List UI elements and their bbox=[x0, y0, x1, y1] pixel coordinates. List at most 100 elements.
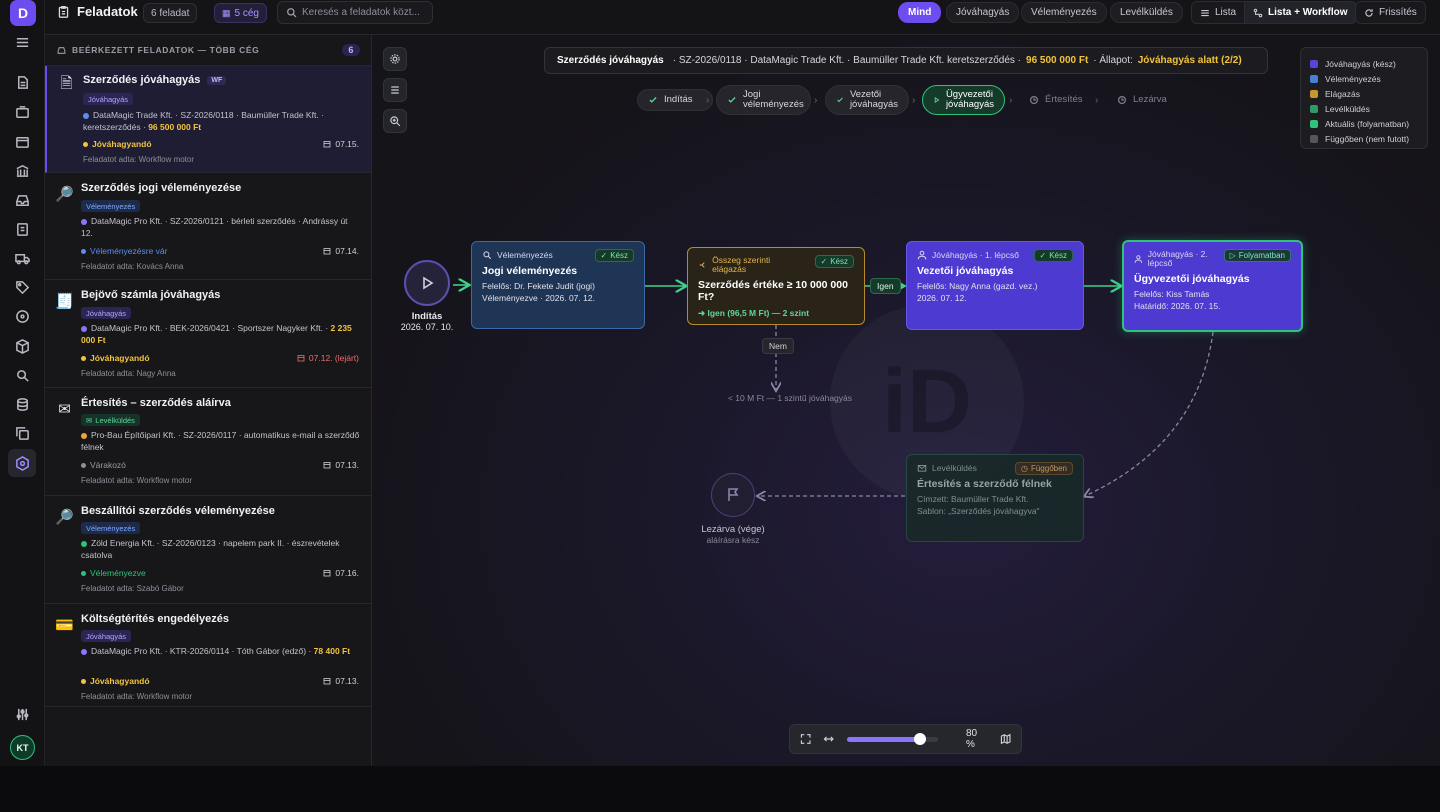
task-date: 07.16. bbox=[323, 568, 359, 578]
user-icon bbox=[1134, 255, 1143, 263]
status-dot bbox=[81, 570, 86, 576]
copy-icon[interactable] bbox=[8, 419, 36, 447]
tag-icon[interactable] bbox=[8, 273, 36, 301]
task-status-text: Jóváhagyandó bbox=[90, 676, 150, 686]
node-line: Felelős: Dr. Fekete Judit (jogi) bbox=[482, 281, 595, 291]
task-item[interactable]: 🔎 Beszállítói szerződés véleményezése Vé… bbox=[45, 497, 371, 604]
inbox-icon[interactable] bbox=[8, 186, 36, 214]
search-input[interactable]: Keresés a feladatok közt... bbox=[277, 1, 433, 24]
task-item[interactable]: ✉ Értesítés – szerződés aláírva ✉ Levélkü… bbox=[45, 389, 371, 496]
edge-label-no: Nem bbox=[762, 338, 794, 354]
task-status: Jóváhagyandó bbox=[81, 353, 150, 363]
task-date-text: 07.16. bbox=[335, 568, 359, 578]
wallet-icon[interactable] bbox=[8, 127, 36, 155]
search-icon[interactable] bbox=[8, 361, 36, 389]
task-date: 07.12. (lejárt) bbox=[297, 353, 359, 363]
task-title-row: Értesítés – szerződés aláírva bbox=[81, 397, 231, 409]
calendar-icon bbox=[323, 678, 331, 685]
task-status-text: Jóváhagyandó bbox=[90, 353, 150, 363]
app-logo[interactable]: D bbox=[10, 0, 36, 26]
building-icon: ▦ bbox=[222, 7, 231, 18]
contract-icon: 🗎 bbox=[60, 75, 73, 92]
task-assigner: Feladatot adta: Nagy Anna bbox=[81, 369, 176, 378]
filter-approval[interactable]: Jóváhagyás bbox=[946, 2, 1020, 23]
zoom-slider-handle[interactable] bbox=[913, 732, 926, 745]
view-workflow-button[interactable]: Lista + Workflow bbox=[1244, 1, 1357, 24]
bank-icon[interactable] bbox=[8, 156, 36, 184]
fit-width-icon[interactable] bbox=[823, 733, 835, 745]
task-status-text: Véleményezésre vár bbox=[90, 246, 168, 256]
edge-note: < 10 M Ft — 1 szintű jóváhagyás bbox=[727, 393, 853, 403]
flag-icon bbox=[728, 488, 739, 501]
task-item[interactable]: 💳 Költségtérítés engedélyezés Jóváhagyás… bbox=[45, 605, 371, 707]
node-manager-approval[interactable]: Jóváhagyás · 1. lépcső ✓ Kész Vezetői jóv… bbox=[906, 241, 1084, 330]
node-kind-text: Összeg szerinti elágazás bbox=[712, 255, 771, 274]
node-kind-text: Véleményezés bbox=[497, 250, 553, 260]
zoom-toolbar: 80 % bbox=[789, 724, 1022, 754]
status-dot bbox=[81, 355, 86, 361]
node-legal-review[interactable]: Véleményezés ✓ Kész Jogi véleményezés Fel… bbox=[471, 241, 645, 329]
filter-mail[interactable]: Levélküldés bbox=[1110, 2, 1183, 23]
menu-icon[interactable] bbox=[8, 28, 36, 56]
steering-icon[interactable] bbox=[8, 302, 36, 330]
node-notification[interactable]: Levélküldés ◷ Függőben Értesítés a szerző… bbox=[906, 454, 1084, 542]
calendar-icon bbox=[297, 355, 305, 362]
node-title: Ügyvezetői jóváhagyás bbox=[1134, 273, 1250, 285]
refresh-button[interactable]: Frissítés bbox=[1355, 1, 1426, 24]
card-icon: 💳 bbox=[55, 616, 74, 634]
minimap-icon[interactable] bbox=[1000, 733, 1011, 745]
zoom-slider[interactable] bbox=[846, 732, 938, 745]
view-list-button[interactable]: Lista bbox=[1191, 1, 1246, 24]
task-assigner: Feladatot adta: Szabó Gábor bbox=[81, 584, 184, 593]
task-date-text: 07.13. bbox=[335, 676, 359, 686]
task-description: DataMagic Trade Kft. · SZ-2026/0118 · Ba… bbox=[83, 109, 363, 133]
workflow-canvas[interactable]: iD Szerződés jóváhagyás · SZ-2026/0118 ·… bbox=[372, 34, 1440, 766]
envelope-icon: ✉ bbox=[58, 400, 71, 418]
filter-review[interactable]: Véleményezés bbox=[1021, 2, 1107, 23]
task-item[interactable]: 🧾 Bejövő számla jóváhagyás Jóváhagyás Da… bbox=[45, 281, 371, 388]
node-branch[interactable]: Összeg szerinti elágazás ✓ Kész Szerződés… bbox=[687, 247, 865, 325]
start-label: Indítás bbox=[411, 311, 443, 322]
refresh-label: Frissítés bbox=[1379, 7, 1417, 18]
inbox-icon bbox=[57, 46, 66, 54]
sliders-icon[interactable] bbox=[8, 700, 36, 728]
task-description: Zöld Energia Kft. · SZ-2026/0123 · napel… bbox=[81, 537, 361, 561]
truck-icon[interactable] bbox=[8, 244, 36, 272]
company-dot bbox=[81, 325, 87, 332]
box-icon[interactable] bbox=[8, 332, 36, 360]
start-node[interactable] bbox=[404, 260, 450, 306]
workflow-icon[interactable] bbox=[8, 449, 36, 477]
document-icon[interactable] bbox=[8, 68, 36, 96]
task-date-text: 07.13. bbox=[335, 460, 359, 470]
edge-label-yes: Igen bbox=[870, 278, 901, 294]
invoice-icon[interactable] bbox=[8, 98, 36, 126]
task-date: 07.14. bbox=[323, 246, 359, 256]
node-line: Véleményezve · 2026. 07. 12. bbox=[482, 293, 595, 303]
task-title-row: Beszállítói szerződés véleményezése bbox=[81, 505, 275, 517]
fit-screen-icon[interactable] bbox=[800, 733, 811, 745]
check-icon: ✓ bbox=[600, 251, 608, 260]
node-title: Vezetői jóváhagyás bbox=[917, 265, 1014, 277]
task-amount: 78 400 Ft bbox=[313, 646, 351, 656]
task-tag: Jóváhagyás bbox=[81, 630, 132, 642]
task-date: 07.13. bbox=[323, 460, 359, 470]
database-icon[interactable] bbox=[8, 390, 36, 418]
company-count-badge[interactable]: ▦ 5 cég bbox=[214, 3, 267, 23]
status-badge: ✓ Kész bbox=[594, 249, 634, 262]
end-node[interactable] bbox=[711, 473, 755, 517]
end-sub: aláírásra kész bbox=[706, 535, 760, 545]
badge-text: Kész bbox=[830, 257, 848, 266]
status-badge: ▷ Folyamatban bbox=[1223, 249, 1291, 262]
node-title: Szerződés értéke ≥ 10 000 000 Ft? bbox=[698, 279, 848, 303]
node-ceo-approval[interactable]: Jóváhagyás · 2. lépcső ▷ Folyamatban Ügyv… bbox=[1122, 240, 1303, 332]
node-line: Címzett: Baumüller Trade Kft. bbox=[917, 494, 1029, 504]
invoice-icon: 🧾 bbox=[55, 292, 74, 310]
task-description: DataMagic Pro Kft. · BEK-2026/0421 · Spo… bbox=[81, 322, 361, 346]
clock-icon: ◷ bbox=[1020, 464, 1028, 473]
task-item[interactable]: 🗎 Szerződés jóváhagyás WF Jóváhagyás Data… bbox=[45, 66, 371, 173]
user-avatar[interactable]: KT bbox=[10, 735, 35, 760]
ledger-icon[interactable] bbox=[8, 215, 36, 243]
task-item[interactable]: 🔎 Szerződés jogi véleményezése Véleménye… bbox=[45, 174, 371, 280]
filter-all[interactable]: Mind bbox=[898, 2, 942, 23]
company-dot bbox=[83, 112, 89, 119]
